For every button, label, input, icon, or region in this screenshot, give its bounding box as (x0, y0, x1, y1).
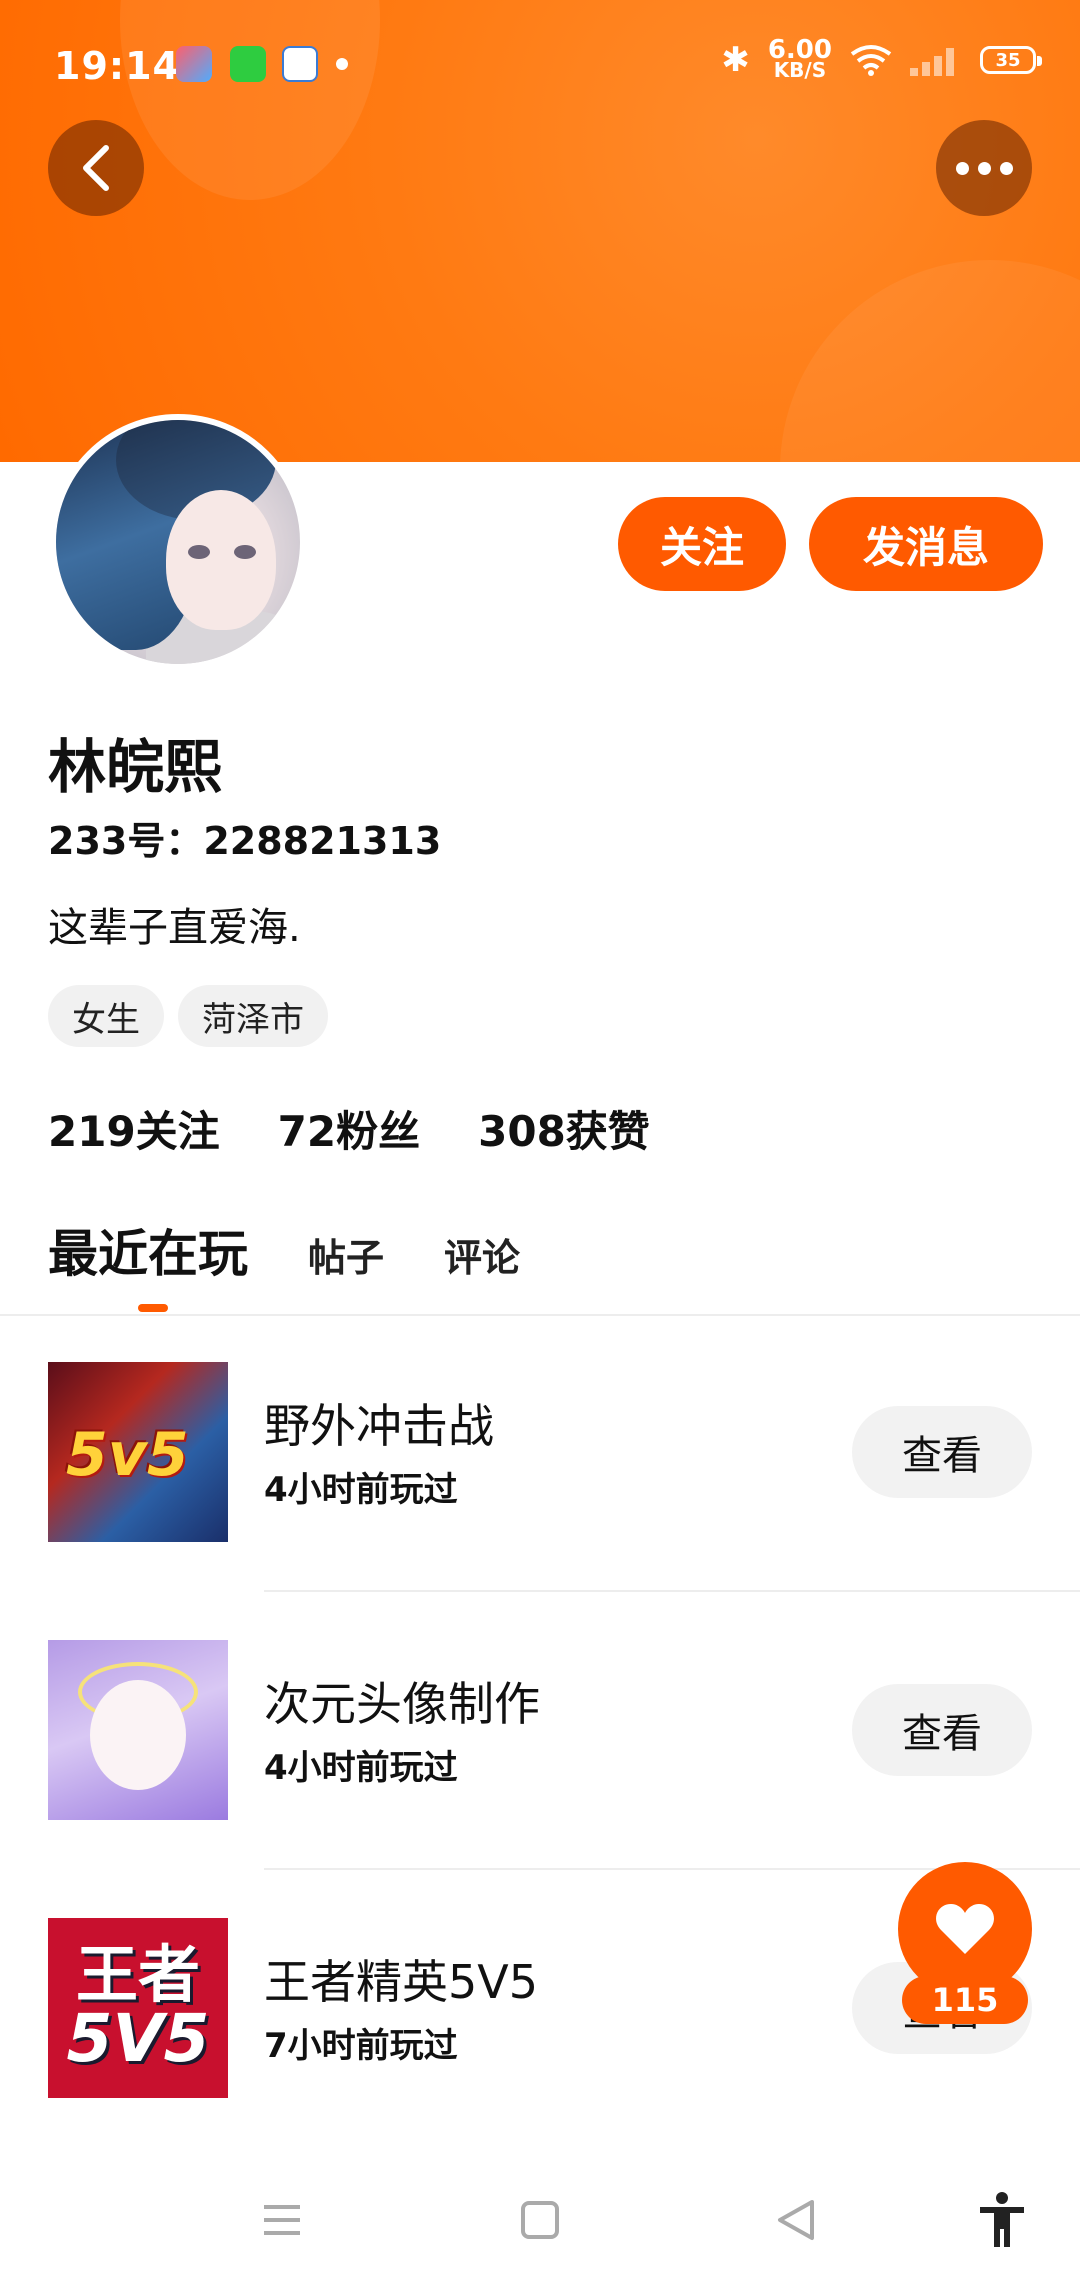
tab-posts[interactable]: 帖子 (308, 1227, 384, 1282)
game-title: 王者精英5V5 (264, 1955, 539, 2009)
game-thumbnail[interactable]: 王者 5V5 (48, 1918, 228, 2098)
status-right-group: ✱ 6.00 KB/S 35 (721, 35, 1042, 82)
more-notifications-dot (336, 58, 348, 70)
divider (0, 1314, 1080, 1316)
game-last-played: 4小时前玩过 (264, 1748, 458, 1788)
active-tab-indicator (138, 1304, 168, 1312)
thumbnail-text: 5v5 (66, 1420, 189, 1490)
back-triangle-icon[interactable] (766, 2190, 826, 2250)
profile-tabs: 最近在玩 帖子 评论 (48, 1214, 520, 1286)
game-title: 次元头像制作 (264, 1677, 540, 1731)
list-item[interactable]: 5v5 野外冲击战 4小时前玩过 查看 (0, 1362, 1080, 1582)
like-count: 115 (902, 1976, 1028, 2024)
back-button[interactable] (48, 120, 144, 216)
avatar-art (188, 545, 210, 559)
profile-name: 林皖熙 (48, 733, 223, 801)
status-bar: 19:14 ✱ 6.00 KB/S 35 (0, 0, 1080, 130)
more-options-button[interactable] (936, 120, 1032, 216)
notification-app-icon (176, 46, 212, 82)
game-last-played: 4小时前玩过 (264, 1470, 458, 1510)
profile-uid[interactable]: 233号：228821313 (48, 810, 441, 865)
chevron-left-icon (83, 145, 109, 191)
thumbnail-art (90, 1680, 186, 1790)
tag-city: 菏泽市 (178, 985, 328, 1047)
profile-tags: 女生 菏泽市 (48, 985, 328, 1047)
avatar-art (234, 545, 256, 559)
home-square-icon[interactable] (510, 2190, 570, 2250)
tag-gender: 女生 (48, 985, 164, 1047)
tab-recently-played[interactable]: 最近在玩 (48, 1214, 248, 1286)
thumbnail-text: 王者 (75, 1938, 200, 2011)
network-speed: 6.00 KB/S (767, 35, 832, 82)
game-thumbnail[interactable] (48, 1640, 228, 1820)
view-button[interactable]: 查看 (852, 1406, 1032, 1498)
game-title: 野外冲击战 (264, 1399, 494, 1453)
likes-count: 308获赞 (478, 1107, 650, 1156)
following-count[interactable]: 219关注 (48, 1098, 220, 1159)
follow-button[interactable]: 关注 (618, 497, 786, 591)
bluetooth-icon: ✱ (721, 40, 750, 80)
banner-decoration (780, 260, 1080, 462)
list-item[interactable]: 次元头像制作 4小时前玩过 查看 (0, 1640, 1080, 1860)
battery-icon: 35 (980, 46, 1042, 74)
notification-app-icon (282, 46, 318, 82)
game-last-played: 7小时前玩过 (264, 2026, 458, 2066)
notification-app-icon (230, 46, 266, 82)
divider (264, 1590, 1080, 1592)
menu-icon[interactable] (252, 2190, 312, 2250)
tab-comments[interactable]: 评论 (444, 1227, 520, 1282)
view-button[interactable]: 查看 (852, 1684, 1032, 1776)
followers-count[interactable]: 72粉丝 (278, 1098, 420, 1159)
game-thumbnail[interactable]: 5v5 (48, 1362, 228, 1542)
send-message-button[interactable]: 发消息 (809, 497, 1043, 591)
avatar-art (166, 490, 276, 630)
wifi-icon (850, 45, 892, 76)
heart-icon (936, 1904, 994, 1954)
thumbnail-text: 5V5 (66, 2000, 210, 2077)
accessibility-icon[interactable] (972, 2190, 1032, 2250)
avatar[interactable] (50, 414, 306, 670)
signal-icon (910, 44, 962, 76)
status-time: 19:14 (54, 44, 180, 88)
more-dots-icon (955, 161, 1013, 175)
profile-stats: 219关注 72粉丝 308获赞 (48, 1098, 650, 1159)
profile-bio: 这辈子直爱海. (48, 905, 301, 951)
system-nav-bar (0, 2160, 1080, 2280)
